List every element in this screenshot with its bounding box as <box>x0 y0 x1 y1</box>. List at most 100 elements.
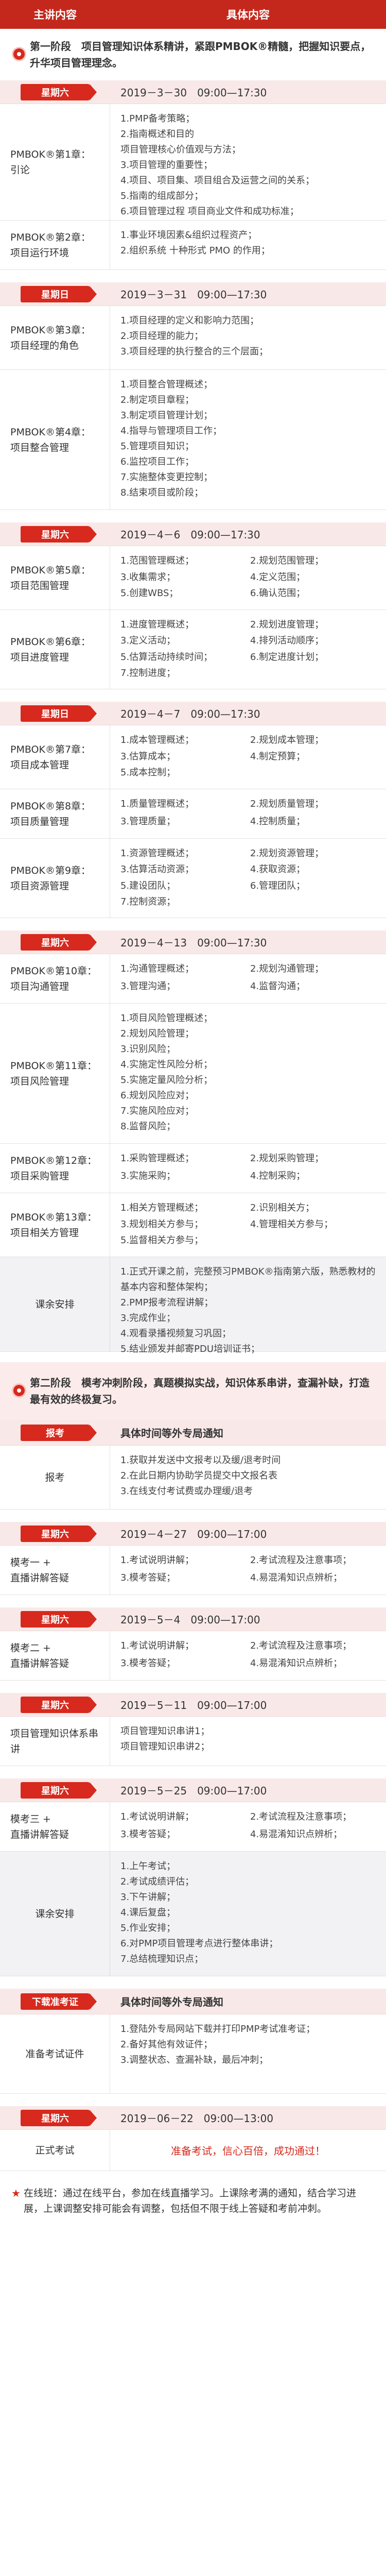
bullet-icon <box>13 1385 25 1396</box>
enroll-bar: 报考 具体时间等外专局通知 <box>0 1420 386 1446</box>
phase-2-text: 第二阶段 模考冲刺阶段，真题模拟实战，知识体系串讲，查漏补缺，打造最有效的终极复… <box>30 1377 370 1405</box>
table-header: 主讲内容 具体内容 <box>0 0 386 29</box>
after-class-row: 课余安排 1.上午考试； 2.考试成绩评估； 3.下午讲解； 4.课后复盘； 5.作业安… <box>0 1852 386 1976</box>
day-date: 2019－5－25 09:00—17:00 <box>120 1785 267 1797</box>
course-chapter: PMBOK®第10章：项目沟通管理 <box>0 954 110 1003</box>
day-bar: 星期日 2019－4－7 09:00—17:30 <box>0 702 386 725</box>
course-chapter: PMBOK®第13章：项目相关方管理 <box>0 1193 110 1257</box>
mock-content: 1.考试说明讲解； 2.考试流程及注意事项； 3.模考答疑； 4.易混淆知识点辨析； <box>120 1555 352 1583</box>
course-row: PMBOK®第2章：项目运行环境 1.事业环境因素&组织过程资产； 2.组织系统 … <box>0 221 386 270</box>
course-row: PMBOK®第7章：项目成本管理 1.成本管理概述； 2.规划成本管理； 3.估算成… <box>0 725 386 789</box>
course-chapter: PMBOK®第9章：项目资源管理 <box>0 839 110 918</box>
course-chapter: PMBOK®第7章：项目成本管理 <box>0 725 110 789</box>
star-icon: ★ <box>11 2187 21 2199</box>
course-content: 1.采购管理概述； 2.规划采购管理； 3.实施采购； 4.控制采购； <box>120 1153 324 1181</box>
day-bar: 星期六 2019－5－4 09:00—17:00 <box>0 1607 386 1631</box>
course-row: PMBOK®第3章：项目经理的角色 1.项目经理的定义和影响力范围； 2.项目经理… <box>0 306 386 370</box>
day-tag: 星期六 <box>0 1693 110 1716</box>
course-row: PMBOK®第13章：项目相关方管理 1.相关方管理概述； 2.识别相关方； 3.规… <box>0 1193 386 1257</box>
exam-row: 正式考试 准备考试，信心百倍，成功通过！ <box>0 2130 386 2171</box>
header-col-lecture: 主讲内容 <box>33 9 77 21</box>
course-row: PMBOK®第10章：项目沟通管理 1.沟通管理概述； 2.规划沟通管理； 3.管理… <box>0 954 386 1004</box>
day-date: 2019－3－30 09:00—17:30 <box>120 87 267 99</box>
mock-content: 1.考试说明讲解； 2.考试流程及注意事项； 3.模考答疑； 4.易混淆知识点辨析； <box>120 1811 352 1840</box>
phase-1-text: 第一阶段 项目管理知识体系精讲，紧跟PMBOK®精髓，把握知识要点，升华项目管理… <box>30 40 371 69</box>
course-row: PMBOK®第4章：项目整合管理 1.项目整合管理概述； 2.制定项目章程； 3.制… <box>0 370 386 510</box>
exam-message: 准备考试，信心百倍，成功通过！ <box>171 2145 325 2157</box>
course-content: 1.PMP备考策略； 2.指南概述和目的 项目管理核心价值观与方法； 3.项目管理的重… <box>120 113 315 217</box>
course-row: PMBOK®第8章：项目质量管理 1.质量管理概述； 2.规划质量管理； 3.管理质… <box>0 789 386 839</box>
mock-label: 模考一 + 直播讲解答疑 <box>0 1546 110 1595</box>
footnote: ★ 在线班：通过在线平台，参加在线直播学习。上课除考满的通知，结合学习进展，上课… <box>0 2171 386 2216</box>
day-bar: 星期六 2019－06－22 09:00—13:00 <box>0 2106 386 2130</box>
download-row: 准备考试证件 1.登陆外专局网站下载并打印PMP考试准考证； 2.备好其他有效证件… <box>0 2014 386 2094</box>
day-tag: 星期六 <box>0 522 110 546</box>
mock-row: 模考一 + 直播讲解答疑 1.考试说明讲解； 2.考试流程及注意事项； 3.模考答疑… <box>0 1546 386 1595</box>
after-class-label: 课余安排 <box>0 1852 110 1976</box>
day-bar: 星期日 2019－3－31 09:00—17:30 <box>0 282 386 306</box>
review-label: 项目管理知识体系串讲 <box>0 1717 110 1766</box>
review-row: 项目管理知识体系串讲 项目管理知识串讲1； 项目管理知识串讲2； <box>0 1717 386 1766</box>
day-date: 2019－5－11 09:00—17:00 <box>120 1699 267 1711</box>
course-chapter: PMBOK®第4章：项目整合管理 <box>0 370 110 510</box>
course-chapter: PMBOK®第2章：项目运行环境 <box>0 221 110 269</box>
course-content: 1.进度管理概述； 2.规划进度管理； 3.定义活动； 4.排列活动顺序； 5.估算活动… <box>120 619 324 679</box>
download-content: 1.登陆外专局网站下载并打印PMP考试准考证； 2.备好其他有效证件； 3.调整状态… <box>120 2024 315 2065</box>
enroll-content: 1.获取并发送中文报考以及缓/退考时间 2.在此日期内协助学员提交中文报名表 3.在… <box>120 1455 281 1497</box>
phase-1-banner: 第一阶段 项目管理知识体系精讲，紧跟PMBOK®精髓，把握知识要点，升华项目管理… <box>0 29 386 80</box>
course-content: 1.成本管理概述； 2.规划成本管理； 3.估算成本； 4.制定预算； 5.成本控制； <box>120 735 324 778</box>
bullet-icon <box>13 48 25 60</box>
day-date: 2019－5－4 09:00—17:00 <box>120 1614 260 1626</box>
course-row: PMBOK®第5章：项目范围管理 1.范围管理概述； 2.规划范围管理； 3.收集需… <box>0 546 386 610</box>
day-bar: 星期六 2019－4－27 09:00—17:00 <box>0 1522 386 1546</box>
mock-label: 模考二 + 直播讲解答疑 <box>0 1631 110 1680</box>
enroll-label: 报考 <box>0 1446 110 1509</box>
day-date: 2019－4－27 09:00—17:00 <box>120 1528 267 1540</box>
mock-row: 模考二 + 直播讲解答疑 1.考试说明讲解； 2.考试流程及注意事项； 3.模考答疑… <box>0 1631 386 1681</box>
course-row: PMBOK®第1章：引论 1.PMP备考策略； 2.指南概述和目的 项目管理核心价值… <box>0 104 386 221</box>
course-chapter: PMBOK®第8章：项目质量管理 <box>0 789 110 838</box>
after-class-content: 1.正式开课之前，完整预习PMBOK®指南第六版，熟悉教材的基本内容和整体架构；… <box>120 1266 376 1354</box>
day-tag: 报考 <box>0 1420 110 1445</box>
day-bar: 星期六 2019－5－11 09:00—17:00 <box>0 1693 386 1717</box>
after-class-content: 1.上午考试； 2.考试成绩评估； 3.下午讲解； 4.课后复盘； 5.作业安排； 6.对… <box>120 1861 278 1964</box>
day-tag: 星期六 <box>0 930 110 954</box>
enroll-row: 报考 1.获取并发送中文报考以及缓/退考时间 2.在此日期内协助学员提交中文报名表… <box>0 1446 386 1510</box>
day-date: 2019－4－13 09:00—17:30 <box>120 937 267 949</box>
day-date: 2019－4－6 09:00—17:30 <box>120 529 260 541</box>
course-content: 1.项目经理的定义和影响力范围； 2.项目经理的能力； 3.项目经理的执行整合的三个… <box>120 315 269 357</box>
course-chapter: PMBOK®第11章：项目风险管理 <box>0 1004 110 1143</box>
mock-row: 模考三 + 直播讲解答疑 1.考试说明讲解； 2.考试流程及注意事项； 3.模考答疑… <box>0 1802 386 1852</box>
course-content: 1.相关方管理概述； 2.识别相关方； 3.规划相关方参与； 4.管理相关方参与； 5.… <box>120 1202 334 1246</box>
day-tag: 星期日 <box>0 702 110 725</box>
course-chapter: PMBOK®第12章：项目采购管理 <box>0 1144 110 1193</box>
course-content: 1.项目风险管理概述； 2.规划风险管理； 3.识别风险； 4.实施定性风险分析； 5.… <box>120 1013 213 1132</box>
day-tag: 星期日 <box>0 282 110 306</box>
review-content: 项目管理知识串讲1； 项目管理知识串讲2； <box>120 1726 210 1752</box>
course-row: PMBOK®第11章：项目风险管理 1.项目风险管理概述； 2.规划风险管理； 3.… <box>0 1004 386 1144</box>
course-row: PMBOK®第9章：项目资源管理 1.资源管理概述； 2.规划资源管理； 3.估算活… <box>0 839 386 918</box>
header-col-content: 具体内容 <box>226 9 270 21</box>
download-label: 准备考试证件 <box>0 2014 110 2093</box>
exam-label: 正式考试 <box>0 2130 110 2171</box>
course-chapter: PMBOK®第1章：引论 <box>0 104 110 220</box>
day-tag: 星期六 <box>0 80 110 104</box>
mock-content: 1.考试说明讲解； 2.考试流程及注意事项； 3.模考答疑； 4.易混淆知识点辨析； <box>120 1640 352 1669</box>
footnote-text: 在线班：通过在线平台，参加在线直播学习。上课除考满的通知，结合学习进展，上课调整… <box>23 2188 356 2214</box>
day-tag: 星期六 <box>0 1778 110 1802</box>
course-chapter: PMBOK®第3章：项目经理的角色 <box>0 306 110 369</box>
day-tag: 星期六 <box>0 2106 110 2129</box>
day-date: 2019－06－22 09:00—13:00 <box>120 2112 274 2125</box>
day-tag: 星期六 <box>0 1607 110 1631</box>
day-bar: 星期六 2019－5－25 09:00—17:00 <box>0 1778 386 1802</box>
day-bar: 星期六 2019－4－13 09:00—17:30 <box>0 930 386 954</box>
course-content: 1.项目整合管理概述； 2.制定项目章程； 3.制定项目管理计划； 4.指导与管理项目… <box>120 379 222 498</box>
day-bar: 星期六 2019－3－30 09:00—17:30 <box>0 80 386 104</box>
course-row: PMBOK®第6章：项目进度管理 1.进度管理概述； 2.规划进度管理； 3.定义活… <box>0 610 386 689</box>
after-class-label: 课余安排 <box>0 1257 110 1351</box>
day-bar: 星期六 2019－4－6 09:00—17:30 <box>0 522 386 546</box>
after-class-row: 课余安排 1.正式开课之前，完整预习PMBOK®指南第六版，熟悉教材的基本内容和… <box>0 1257 386 1354</box>
day-tag: 星期六 <box>0 1522 110 1545</box>
download-title: 具体时间等外专局通知 <box>120 1996 223 2008</box>
phase-2-banner: 第二阶段 模考冲刺阶段，真题模拟实战，知识体系串讲，查漏补缺，打造最有效的终极复… <box>0 1362 386 1420</box>
